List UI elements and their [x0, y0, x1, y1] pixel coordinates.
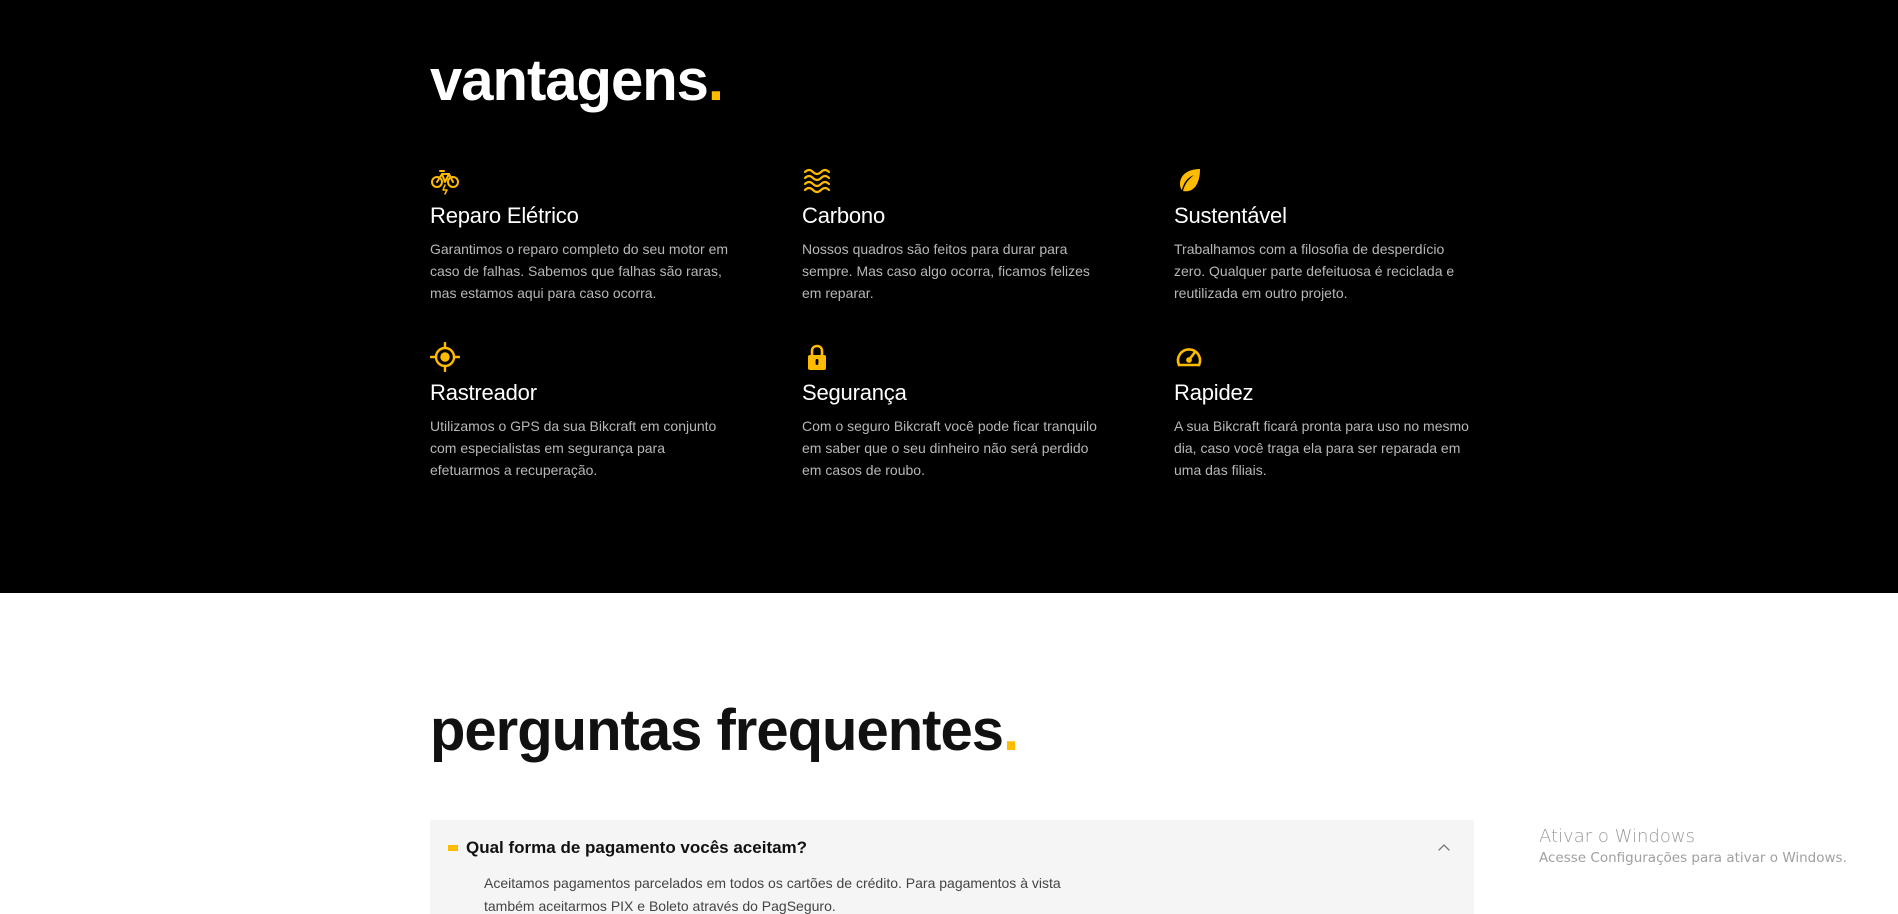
watermark-subtitle: Acesse Configurações para ativar o Windo…	[1539, 850, 1847, 866]
advantage-text: Nossos quadros são feitos para durar par…	[802, 241, 1090, 301]
advantage-text: A sua Bikcraft ficará pronta para uso no…	[1174, 418, 1469, 478]
advantage-title: Reparo Elétrico	[430, 203, 579, 228]
advantage-text: Com o seguro Bikcraft você pode ficar tr…	[802, 418, 1097, 478]
advantage-item-rastreador: Rastreador Utilizamos o GPS da sua Bikcr…	[430, 342, 802, 519]
advantages-title: vantagens.	[430, 48, 724, 113]
advantage-title: Segurança	[802, 380, 907, 405]
faq-title: perguntas frequentes.	[430, 698, 1019, 763]
speedometer-icon	[1174, 342, 1204, 372]
faq-item: Qual forma de pagamento vocês aceitam? A…	[430, 820, 1474, 914]
advantage-text: Utilizamos o GPS da sua Bikcraft em conj…	[430, 418, 717, 478]
windows-activation-watermark: Ativar o Windows Acesse Configurações pa…	[1539, 826, 1847, 866]
advantage-text: Trabalhamos com a filosofia de desperdíc…	[1174, 241, 1455, 301]
lock-icon	[802, 342, 832, 372]
watermark-title: Ativar o Windows	[1539, 826, 1695, 847]
target-icon	[430, 342, 460, 372]
faq-question: Qual forma de pagamento vocês aceitam?	[466, 838, 808, 857]
advantages-grid: Reparo Elétrico Garantimos o reparo comp…	[430, 165, 1475, 519]
bullet-icon	[448, 845, 458, 851]
advantage-item-carbono: Carbono Nossos quadros são feitos para d…	[802, 165, 1174, 342]
electric-bike-icon	[430, 165, 460, 195]
faq-question-button[interactable]: Qual forma de pagamento vocês aceitam?	[448, 838, 1456, 858]
advantage-item-sustentavel: Sustentável Trabalhamos com a filosofia …	[1174, 165, 1475, 342]
chevron-up-icon[interactable]	[1436, 840, 1452, 856]
advantage-item-reparo-eletrico: Reparo Elétrico Garantimos o reparo comp…	[430, 165, 802, 342]
advantage-title: Sustentável	[1174, 203, 1287, 228]
advantage-title: Rastreador	[430, 380, 537, 405]
faq-answer: Aceitamos pagamentos parcelados em todos…	[484, 875, 1061, 914]
advantage-text: Garantimos o reparo completo do seu moto…	[430, 241, 729, 301]
advantage-title: Rapidez	[1174, 380, 1254, 405]
waves-icon	[802, 165, 832, 195]
advantage-title: Carbono	[802, 203, 885, 228]
advantage-item-rapidez: Rapidez A sua Bikcraft ficará pronta par…	[1174, 342, 1475, 519]
leaf-icon	[1174, 165, 1204, 195]
advantage-item-seguranca: Segurança Com o seguro Bikcraft você pod…	[802, 342, 1174, 519]
